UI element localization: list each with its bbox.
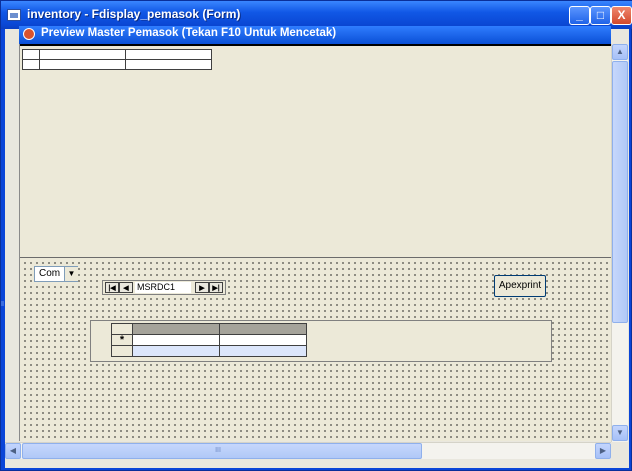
row-selector[interactable]: [111, 345, 133, 357]
prev-record-button[interactable]: ◀: [119, 282, 133, 293]
scroll-left-icon[interactable]: ◀: [5, 443, 21, 459]
resize-handle[interactable]: [1, 301, 4, 306]
app-window: inventory - Fdisplay_pemasok (Form) _ □ …: [0, 0, 632, 471]
first-record-button[interactable]: |◀: [105, 282, 119, 293]
title-bar[interactable]: inventory - Fdisplay_pemasok (Form) _ □ …: [1, 1, 632, 29]
minimize-button[interactable]: _: [569, 6, 590, 25]
scroll-right-icon[interactable]: ▶: [595, 443, 611, 459]
horizontal-scroll-thumb[interactable]: III: [22, 443, 422, 459]
combo-box[interactable]: Com ▼: [34, 266, 78, 282]
report-top-rule: [20, 44, 612, 46]
grid-cell[interactable]: [125, 59, 212, 70]
preview-grid: [22, 49, 212, 71]
vertical-scrollbar[interactable]: ▲ ▼: [611, 44, 628, 442]
grid-cell[interactable]: [39, 59, 126, 70]
preview-report-area: [20, 46, 612, 258]
grip-icon: III: [215, 447, 221, 454]
grid-cell[interactable]: [219, 345, 307, 357]
scroll-down-icon[interactable]: ▼: [612, 425, 628, 441]
close-button[interactable]: X: [611, 6, 632, 25]
print-button[interactable]: Apexprint: [494, 275, 546, 297]
grid-cell[interactable]: [22, 59, 40, 70]
next-record-button[interactable]: ▶: [195, 282, 209, 293]
child-form-title-bar[interactable]: Preview Master Pemasok (Tekan F10 Untuk …: [19, 26, 611, 44]
vertical-scroll-thumb[interactable]: [612, 61, 628, 323]
app-icon: [7, 9, 21, 21]
form-body: Com ▼ |◀ ◀ MSRDC1 ▶ ▶| Apexprint *: [19, 44, 615, 441]
combo-value: Com: [39, 268, 61, 279]
grid-cell[interactable]: [132, 345, 220, 357]
data-control-navigator: |◀ ◀ MSRDC1 ▶ ▶|: [102, 280, 226, 295]
scroll-up-icon[interactable]: ▲: [612, 44, 628, 60]
design-data-grid: *: [90, 320, 552, 362]
navigator-caption: MSRDC1: [135, 282, 191, 293]
child-form-title: Preview Master Pemasok (Tekan F10 Untuk …: [41, 27, 337, 39]
maximize-button[interactable]: □: [590, 6, 611, 25]
horizontal-scrollbar[interactable]: ◀ III ▶: [5, 442, 611, 459]
last-record-button[interactable]: ▶|: [209, 282, 223, 293]
chevron-down-icon[interactable]: ▼: [64, 267, 78, 281]
window-title: inventory - Fdisplay_pemasok (Form): [27, 7, 241, 21]
form-icon: [23, 28, 35, 40]
